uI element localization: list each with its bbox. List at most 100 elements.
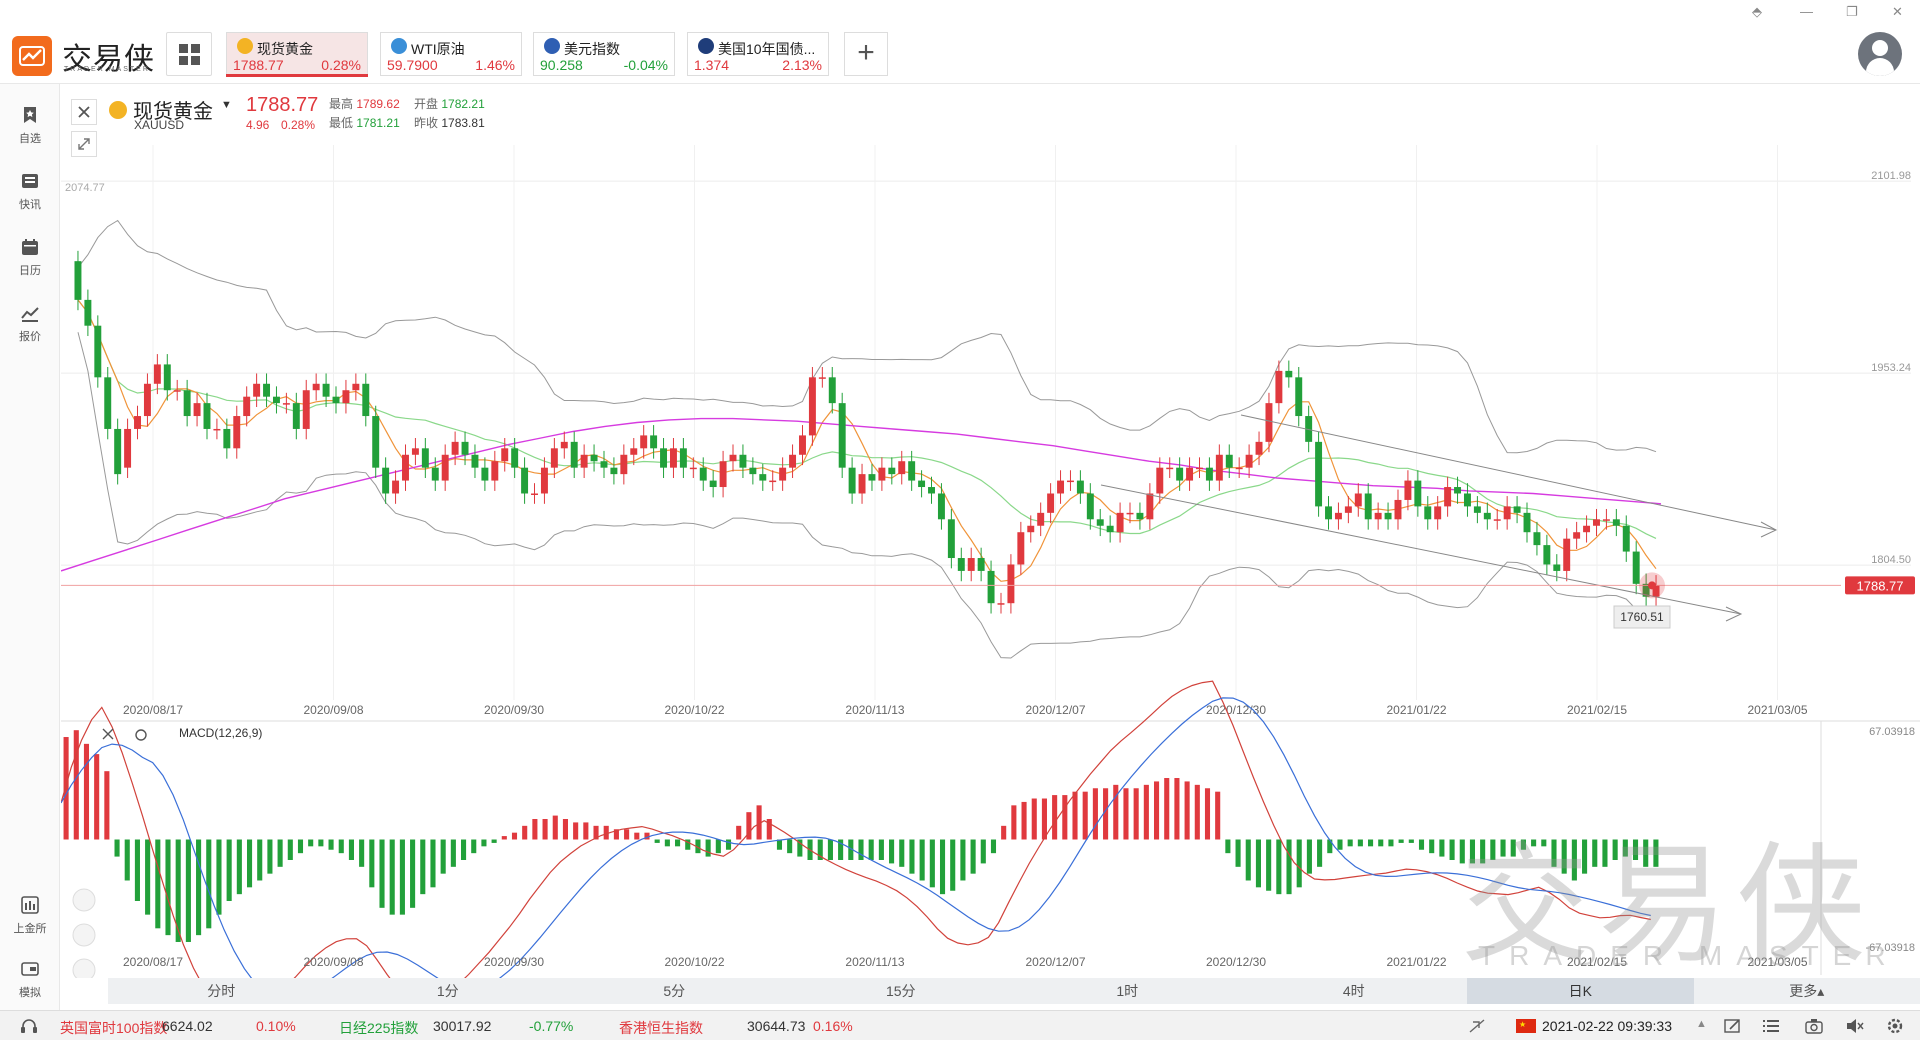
news-icon [22,174,38,188]
close-window-button[interactable]: ✕ [1892,4,1903,20]
index-value: 30017.92 [433,1018,492,1034]
candle [1116,512,1124,533]
settings-icon[interactable] [1886,1017,1904,1035]
candle [1553,564,1561,571]
macd-bar [776,839,783,850]
sidebar-item-calendar[interactable]: 日历 [0,228,60,288]
sidebar-item-label: 自选 [19,133,41,145]
sidebar-item-news[interactable]: 快讯 [0,162,60,222]
ticker-name: WTI原油 [411,41,465,57]
candle [620,454,628,475]
candle [908,461,916,481]
candle [1146,493,1154,520]
candle [1404,480,1412,500]
macd-bar [277,839,283,867]
candle [799,435,806,455]
macd-bar [573,822,579,840]
candle [362,383,370,417]
candle [1295,377,1303,417]
index-change: 0.16% [813,1018,853,1034]
list-icon[interactable] [1762,1018,1780,1034]
candle [1364,493,1372,520]
ticker-icon [698,38,714,54]
timeframe-tab[interactable]: 15分 [788,978,1015,1004]
macd-bar [399,839,405,915]
index-name[interactable]: 日经225指数 [339,1018,418,1038]
candle [1344,506,1352,513]
ticker-icon [544,38,560,54]
ticker-card[interactable]: 现货黄金 1788.77 0.28% [226,32,368,76]
macd-bar [542,819,548,840]
macd-bar [1357,839,1363,847]
index-name[interactable]: 香港恒生指数 [619,1018,703,1038]
mute-icon[interactable] [1846,1018,1864,1034]
macd-bar [297,839,304,854]
layout-grid-button[interactable] [166,32,212,76]
ticker-card[interactable]: 美元指数 90.258 -0.04% [533,32,675,76]
network-icon[interactable] [1468,1018,1486,1034]
timeframe-tab[interactable]: 5分 [561,978,788,1004]
candle [987,570,995,604]
add-ticker-button[interactable]: + [844,32,888,76]
macd-bar [94,754,100,840]
candle [203,403,211,429]
ticker-price: 1.374 [694,57,730,73]
macd-bar [1266,839,1272,891]
macd-bar [1062,795,1068,840]
macd-bar [369,839,375,888]
candle [630,448,638,455]
headset-icon[interactable] [20,1018,38,1034]
macd-bar [583,822,589,840]
timeframe-tab[interactable]: 1时 [1014,978,1241,1004]
macd-bar [1408,839,1414,843]
candle [1047,493,1055,513]
macd-bar [1204,788,1211,840]
candle [183,390,191,417]
candle [1265,403,1273,442]
sidebar-item-simulate[interactable]: 模拟 [0,950,60,1010]
edit-icon[interactable] [1724,1018,1742,1034]
sidebar-item-watchlist[interactable]: 自选 [0,96,60,156]
skin-icon[interactable]: ⬘ [1752,4,1762,20]
ticker-card[interactable]: WTI原油 59.7900 1.46% [380,32,522,76]
brand-subtitle: TRADER MASTER [64,66,150,73]
candle [1434,506,1442,520]
candle [709,480,717,488]
index-change: -0.77% [529,1018,574,1034]
timeframe-tab[interactable]: 1分 [335,978,562,1004]
candle [114,428,122,475]
macd-bar [889,839,895,864]
timeframe-tab[interactable]: 日K [1467,978,1694,1004]
ticker-card[interactable]: 美国10年国债... 1.374 2.13% [687,32,829,76]
macd-bar [471,839,477,854]
restore-button[interactable]: ❐ [1846,4,1858,20]
candle [1632,551,1640,584]
macd-bar [1031,798,1037,840]
macd-bar [501,836,507,840]
x-axis-label: 2020/12/07 [1025,703,1085,717]
ticker-name: 现货黄金 [257,41,313,57]
macd-bar [1153,781,1160,840]
sidebar-item-quotes[interactable]: 报价 [0,294,60,354]
candle [312,383,320,391]
candle [1156,467,1164,494]
candle [411,448,419,455]
macd-bar [939,839,946,895]
datetime-dropdown-icon[interactable]: ▲ [1696,1018,1707,1030]
sidebar-item-sge[interactable]: 上金所 [0,886,60,946]
ticker-change: 2.13% [782,57,822,73]
candle [441,454,449,481]
minimize-button[interactable]: — [1800,4,1813,19]
timeframe-tab[interactable]: 分时 [108,978,335,1004]
macd-bar [1235,839,1241,867]
ticker-change: -0.04% [623,57,668,73]
index-name[interactable]: 英国富时100指数 [60,1018,167,1038]
timeframe-tab[interactable]: 4时 [1241,978,1468,1004]
macd-bar [1398,839,1404,843]
macd-bar [379,839,385,908]
timeframe-tab[interactable]: 更多▴ [1694,978,1920,1004]
camera-icon[interactable] [1805,1018,1823,1034]
candle [372,416,380,468]
candle [1315,441,1323,507]
user-avatar[interactable] [1858,32,1902,76]
